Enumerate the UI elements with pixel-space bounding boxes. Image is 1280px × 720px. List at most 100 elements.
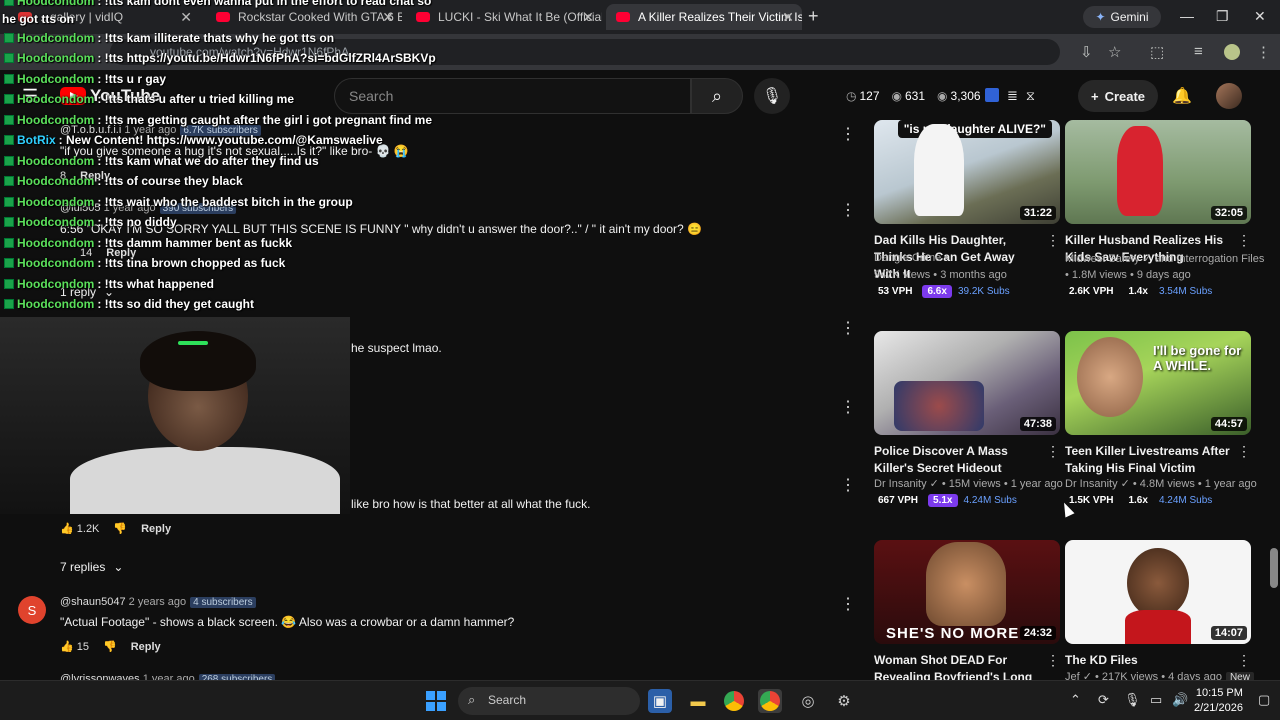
comment-menu-icon[interactable]: ⋮ <box>840 594 856 614</box>
search-button[interactable]: ⌕ <box>691 78 743 114</box>
extension-icons: ≣ ⧖ <box>985 88 1035 104</box>
video-title[interactable]: Police Discover A Mass Killer's Secret H… <box>874 443 1042 477</box>
filter-icon[interactable]: ⧖ <box>1026 88 1035 104</box>
chat-badge-icon <box>4 238 14 248</box>
like-button[interactable]: 👍 1.2K <box>60 522 99 535</box>
comment-menu-icon[interactable]: ⋮ <box>840 124 856 144</box>
reply-button[interactable]: Reply <box>131 641 161 653</box>
thumbnail-caption: I'll be gone for A WHILE. <box>1153 343 1242 373</box>
video-menu-icon[interactable]: ⋮ <box>1237 232 1251 249</box>
voice-search-button[interactable]: 🎙 <box>754 78 790 114</box>
vidiq-extension-icon[interactable] <box>985 88 999 102</box>
reply-button[interactable]: Reply <box>141 523 171 535</box>
taskbar-clock[interactable]: 10:15 PM 2/21/2026 <box>1194 686 1243 716</box>
chat-message: Hoodcondom: !tts kam what we do after th… <box>4 152 319 170</box>
thumbnail-figure <box>914 124 964 216</box>
account-avatar[interactable] <box>1216 83 1242 109</box>
video-menu-icon[interactable]: ⋮ <box>1046 443 1060 460</box>
browser-profile-avatar[interactable] <box>1224 44 1240 60</box>
chat-badge-icon <box>4 115 14 125</box>
video-channel[interactable]: Dr Insanity ✓ • 15M views • 1 year ago <box>874 477 1063 490</box>
thumbs-down-icon[interactable]: 👎 <box>113 522 127 535</box>
list-icon[interactable]: ≣ <box>1007 88 1018 104</box>
windows-start-icon[interactable] <box>426 691 446 711</box>
maximize-icon[interactable]: ❐ <box>1216 8 1229 25</box>
close-tab-icon[interactable]: ✕ <box>180 9 192 26</box>
comment-menu-icon[interactable]: ⋮ <box>840 475 856 495</box>
settings-gear-icon[interactable]: ⚙ <box>832 689 856 713</box>
comment-menu-icon[interactable]: ⋮ <box>840 200 856 220</box>
video-duration: 32:05 <box>1210 206 1247 220</box>
scrollbar-thumb[interactable] <box>1270 548 1278 588</box>
chrome-profile-icon[interactable] <box>758 689 782 713</box>
video-stats: 667 VPH 5.1x 4.24M Subs <box>878 494 1017 507</box>
vidiq-stats: ◷ 127 ◉ 631 ◉ 3,306 <box>846 89 981 103</box>
close-tab-icon[interactable]: ✕ <box>582 9 594 26</box>
search-icon: ⌕ <box>711 85 723 106</box>
webcam-overlay <box>0 317 350 514</box>
video-menu-icon[interactable]: ⋮ <box>1046 652 1060 669</box>
comment-author[interactable]: @shaun5047 2 years ago 4 subscribers <box>60 596 256 608</box>
taskbar-search[interactable]: ⌕ Search <box>458 687 640 715</box>
comment-menu-icon[interactable]: ⋮ <box>840 397 856 417</box>
tab-lucki[interactable]: LUCKI - Ski What It Be (Official ✕ <box>406 4 602 30</box>
reading-list-icon[interactable]: ≡ <box>1194 43 1203 60</box>
video-thumbnail[interactable]: I'll be gone for A WHILE. 44:57 <box>1065 331 1251 435</box>
video-channel[interactable]: Midwest Safety ✓ and Interrogation Files… <box>1065 252 1277 265</box>
volume-icon[interactable]: 🔊 <box>1172 692 1188 708</box>
video-duration: 24:32 <box>1019 626 1056 640</box>
chat-badge-icon <box>4 197 14 207</box>
chat-badge-icon <box>4 176 14 186</box>
chat-badge-icon <box>4 135 14 145</box>
chrome-icon[interactable] <box>722 689 746 713</box>
notifications-bell-icon[interactable]: 🔔 <box>1172 86 1192 106</box>
microphone-tray-icon[interactable]: 🎙 <box>1124 692 1141 708</box>
replies-toggle[interactable]: 7 replies ⌄ <box>60 560 123 574</box>
chat-message: Hoodcondom: !tts of course they black <box>4 172 243 190</box>
browser-menu-icon[interactable]: ⋮ <box>1256 43 1271 61</box>
avatar[interactable]: S <box>18 596 46 624</box>
like-button[interactable]: 👍 15 <box>60 640 89 653</box>
video-menu-icon[interactable]: ⋮ <box>1046 232 1060 249</box>
network-icon[interactable]: ▭ <box>1150 692 1162 708</box>
video-channel[interactable]: Dr Insanity ✓ • 4.8M views • 1 year ago <box>1065 477 1257 490</box>
video-title[interactable]: Teen Killer Livestreams After Taking His… <box>1065 443 1233 477</box>
thumbnail-figure <box>1117 126 1163 216</box>
install-icon[interactable]: ⇩ <box>1080 43 1093 61</box>
file-explorer-icon[interactable]: ▬ <box>686 689 710 713</box>
close-window-icon[interactable]: ✕ <box>1254 8 1266 25</box>
create-button[interactable]: + Create <box>1078 80 1158 112</box>
video-menu-icon[interactable]: ⋮ <box>1237 652 1251 669</box>
search-input[interactable]: Search <box>334 78 691 114</box>
new-tab-button[interactable]: + <box>808 6 819 27</box>
thumbs-down-icon[interactable]: 👎 <box>103 640 117 653</box>
store-icon[interactable]: ▣ <box>648 689 672 713</box>
video-channel[interactable]: Dangle Crime • <box>874 252 948 264</box>
extensions-icon[interactable]: ⬚ <box>1150 43 1164 61</box>
tab-killer-realizes[interactable]: A Killer Realizes Their Victim Is ✕ <box>606 4 802 30</box>
comment-text: "Actual Footage" - shows a black screen.… <box>60 615 515 629</box>
close-tab-icon[interactable]: ✕ <box>782 9 794 26</box>
bookmark-star-icon[interactable]: ☆ <box>1108 43 1121 61</box>
notification-center-icon[interactable]: ▢ <box>1258 692 1270 708</box>
eye-icon: ◉ <box>937 89 948 103</box>
comment-menu-icon[interactable]: ⋮ <box>840 318 856 338</box>
sync-icon[interactable]: ⟳ <box>1098 692 1109 708</box>
video-thumbnail[interactable]: 14:07 <box>1065 540 1251 644</box>
stat-views: ◷ 127 <box>846 89 880 103</box>
gemini-button[interactable]: ✦ Gemini <box>1083 6 1161 28</box>
video-menu-icon[interactable]: ⋮ <box>1237 443 1251 460</box>
tray-chevron-up-icon[interactable]: ⌃ <box>1070 692 1081 708</box>
youtube-icon <box>416 12 430 22</box>
obs-icon[interactable]: ◎ <box>796 689 820 713</box>
video-thumbnail[interactable]: "is my daughter ALIVE?" 31:22 <box>874 120 1060 224</box>
page-scrollbar[interactable] <box>1268 72 1280 680</box>
video-thumbnail[interactable]: 32:05 <box>1065 120 1251 224</box>
comment-text: like bro how is that better at all what … <box>351 497 591 511</box>
close-tab-icon[interactable]: ✕ <box>382 9 394 26</box>
minimize-icon[interactable]: — <box>1180 8 1194 24</box>
search-icon: ⌕ <box>468 692 476 707</box>
video-title[interactable]: The KD Files <box>1065 652 1233 669</box>
video-thumbnail[interactable]: 47:38 <box>874 331 1060 435</box>
video-thumbnail[interactable]: SHE'S NO MORE 24:32 <box>874 540 1060 644</box>
